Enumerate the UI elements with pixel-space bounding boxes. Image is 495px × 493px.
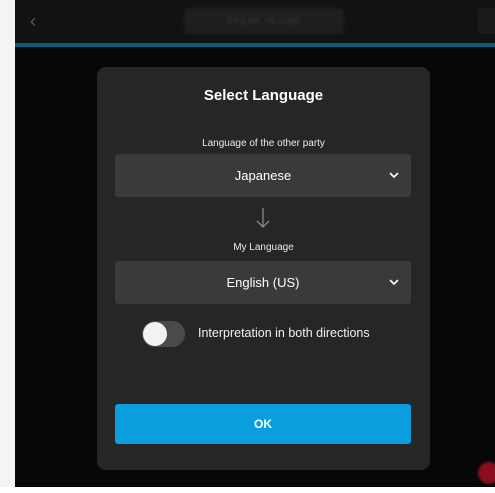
other-party-language-select[interactable]: Japanese — [115, 154, 411, 197]
arrow-down-icon — [256, 208, 270, 228]
bidirectional-toggle[interactable] — [142, 321, 185, 347]
my-language-label: My Language — [233, 242, 294, 253]
my-language-value: English (US) — [226, 275, 300, 290]
top-bar-title-pill: SPEAK IN USE — [184, 8, 344, 34]
other-party-language-label: Language of the other party — [202, 138, 325, 149]
ok-button[interactable]: OK — [115, 404, 411, 444]
dialog-title: Select Language — [203, 87, 324, 104]
bidirectional-toggle-row: Interpretation in both directions — [142, 320, 422, 348]
my-language-select[interactable]: English (US) — [115, 261, 411, 304]
top-bar-right-control — [478, 8, 495, 34]
chevron-down-icon — [389, 279, 399, 285]
top-bar-accent-line — [15, 43, 495, 47]
other-party-language-value: Japanese — [234, 168, 292, 183]
back-arrow-icon[interactable]: ‹ — [30, 12, 44, 30]
select-language-dialog: Select Language Language of the other pa… — [97, 67, 430, 470]
chevron-down-icon — [389, 172, 399, 178]
bidirectional-toggle-label: Interpretation in both directions — [198, 326, 370, 340]
window-edge — [0, 0, 15, 487]
toggle-knob — [143, 322, 167, 346]
app-background: ‹ SPEAK IN USE Select Language Language … — [0, 0, 495, 487]
record-indicator-icon — [478, 462, 495, 484]
